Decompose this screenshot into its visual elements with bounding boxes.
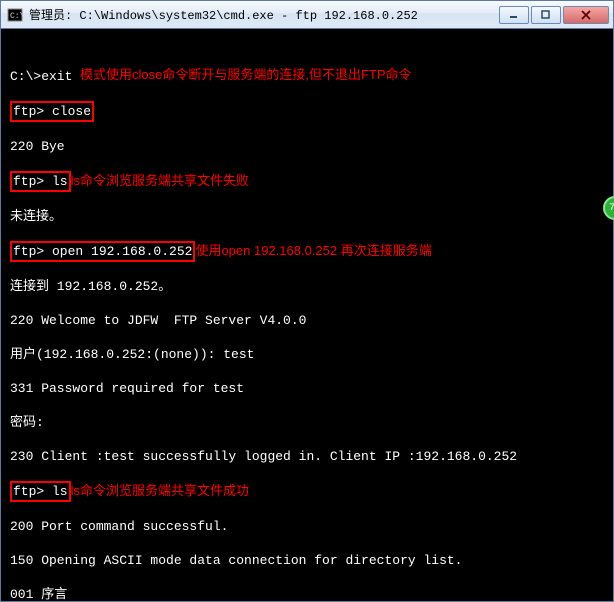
output-line: 用户(192.168.0.252:(none)): test [10,346,604,363]
annotation-open: 使用open 192.168.0.252 再次连接服务端 [195,243,431,258]
annotation-close: 模式使用close命令断开与服务端的连接,但不退出FTP命令 [80,66,412,83]
title-bar[interactable]: C:\ 管理员: C:\Windows\system32\cmd.exe - f… [1,1,613,29]
output-line: ftp> open 192.168.0.252 [13,244,192,259]
minimize-button[interactable] [499,6,529,24]
cmd-window: C:\ 管理员: C:\Windows\system32\cmd.exe - f… [0,0,614,602]
highlight-ls-ok: ftp> ls [10,481,71,502]
output-line: 331 Password required for test [10,380,604,397]
output-line: 连接到 192.168.0.252。 [10,278,604,295]
output-line: 未连接。 [10,208,604,225]
close-button[interactable] [563,6,609,24]
output-line: 230 Client :test successfully logged in.… [10,448,604,465]
annotation-ls-fail: ls命令浏览服务端共享文件失败 [71,173,249,188]
window-title: 管理员: C:\Windows\system32\cmd.exe - ftp 1… [29,6,497,23]
output-line: 密码: [10,414,604,431]
badge-value: 73 [609,203,614,214]
output-line: C:\>exit [10,69,72,84]
svg-text:C:\: C:\ [10,12,23,21]
output-line: ftp> ls [13,484,68,499]
output-line: ftp> ls [13,174,68,189]
maximize-button[interactable] [531,6,561,24]
app-icon: C:\ [7,7,23,23]
output-line: 220 Welcome to JDFW FTP Server V4.0.0 [10,312,604,329]
output-line: 220 Bye [10,138,604,155]
output-line: ftp> close [13,104,91,119]
terminal-output[interactable]: C:\>exit 模式使用close命令断开与服务端的连接,但不退出FTP命令 f… [2,30,612,600]
highlight-open: ftp> open 192.168.0.252 [10,241,195,262]
annotation-ls-ok: ls命令浏览服务端共享文件成功 [71,483,249,498]
highlight-ls-fail: ftp> ls [10,171,71,192]
highlight-close: ftp> close [10,101,94,122]
output-line: 200 Port command successful. [10,518,604,535]
window-controls [497,6,609,24]
output-line: 150 Opening ASCII mode data connection f… [10,552,604,569]
list-item: 001 序言 [10,586,604,600]
